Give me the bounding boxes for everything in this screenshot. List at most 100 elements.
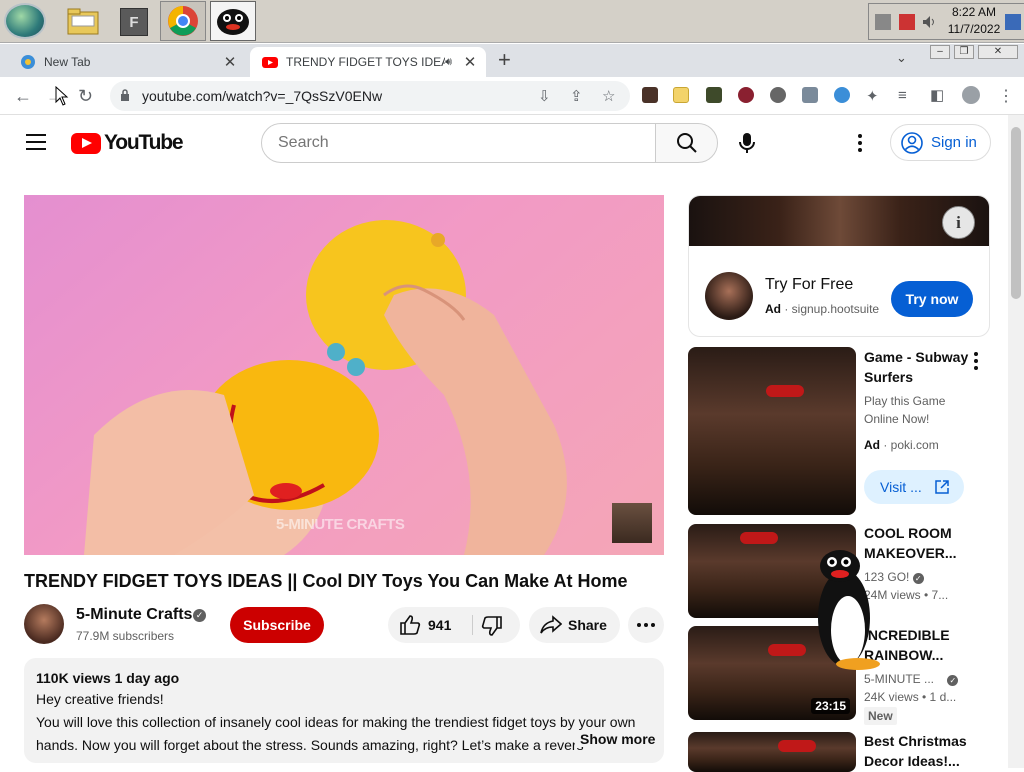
extension-2-icon[interactable] xyxy=(673,87,689,103)
search-input[interactable] xyxy=(278,134,638,152)
lock-icon[interactable] xyxy=(120,89,130,101)
visit-site-button[interactable]: Visit ... xyxy=(864,470,964,504)
minimize-button[interactable]: – xyxy=(930,45,950,59)
ad-title[interactable]: Try For Free xyxy=(765,276,853,294)
advertiser-avatar[interactable] xyxy=(705,272,753,320)
video-duration: 23:15 xyxy=(811,698,850,714)
file-explorer-icon[interactable] xyxy=(64,2,102,40)
profile-avatar-icon[interactable] xyxy=(962,86,980,104)
mouse-cursor-icon xyxy=(55,86,69,106)
visit-label: Visit ... xyxy=(880,479,922,495)
address-bar[interactable]: youtube.com/watch?v=_7QsSzV0ENw ⇩ ⇪ ☆ xyxy=(110,81,630,111)
share-button[interactable]: Share xyxy=(529,607,620,643)
extension-5-icon[interactable] xyxy=(770,87,786,103)
media-control-icon[interactable]: ≡ xyxy=(898,87,907,104)
chrome-menu-icon[interactable]: ⋮ xyxy=(998,86,1014,106)
ad-card[interactable]: i Try For Free Ad · signup.hootsuite Try… xyxy=(688,195,990,337)
title-line: Decor Ideas!... xyxy=(864,753,960,769)
more-horizontal-icon xyxy=(637,623,655,627)
sidebar-title[interactable]: Best Christmas Decor Ideas!... xyxy=(864,731,967,771)
install-app-icon[interactable]: ⇩ xyxy=(538,87,551,105)
close-tab-icon[interactable]: ✕ xyxy=(462,53,478,71)
channel-name[interactable]: 5-Minute Crafts xyxy=(76,606,192,624)
try-now-button[interactable]: Try now xyxy=(891,281,973,317)
bookmark-star-icon[interactable]: ☆ xyxy=(602,87,615,105)
tab-youtube[interactable]: TRENDY FIDGET TOYS IDEAS 🔊︎ ✕ xyxy=(250,47,486,77)
pingu-desktop-pet-icon[interactable] xyxy=(812,548,882,672)
security-alert-icon[interactable] xyxy=(899,14,915,30)
reload-icon[interactable]: ↻ xyxy=(78,86,93,107)
sidebar-more-icon[interactable] xyxy=(974,352,978,373)
page-scrollbar[interactable] xyxy=(1008,115,1024,768)
extensions-puzzle-icon[interactable]: ✦ xyxy=(866,87,879,105)
network-icon[interactable] xyxy=(875,14,891,30)
maximize-button[interactable]: ❐ xyxy=(954,45,974,59)
like-count[interactable]: 941 xyxy=(428,617,451,633)
youtube-logo[interactable]: YouTube xyxy=(71,131,184,155)
subscriber-count: 77.9M subscribers xyxy=(76,629,175,643)
channel-label: 5-MINUTE ... xyxy=(864,672,935,686)
account-icon xyxy=(901,131,923,154)
extension-1-icon[interactable] xyxy=(642,87,658,103)
tab-search-chevron-icon[interactable]: ⌄ xyxy=(896,50,907,66)
video-description[interactable]: 110K views 1 day ago Hey creative friend… xyxy=(24,658,664,763)
sidebar-stats: 24K views • 1 d... xyxy=(864,690,957,704)
like-thumb-up-icon[interactable] xyxy=(399,614,421,636)
audio-playing-icon[interactable]: 🔊︎ xyxy=(445,56,452,69)
sub-line: Play this Game xyxy=(864,394,946,408)
pingu-taskbar-icon[interactable] xyxy=(210,1,256,41)
search-button[interactable] xyxy=(655,123,718,163)
video-player[interactable] xyxy=(24,195,664,555)
taskbar: F 8:22 AM 11/7/2022 xyxy=(0,0,1024,43)
url-text[interactable]: youtube.com/watch?v=_7QsSzV0ENw xyxy=(142,88,382,104)
channel-avatar[interactable] xyxy=(24,604,64,644)
extension-3-icon[interactable] xyxy=(706,87,722,103)
chrome-taskbar-icon[interactable] xyxy=(160,1,206,41)
subscribe-button[interactable]: Subscribe xyxy=(230,607,324,643)
sidebar-thumbnail[interactable] xyxy=(688,347,856,515)
sidebar-thumbnail[interactable] xyxy=(688,732,856,772)
app-f-icon[interactable]: F xyxy=(120,8,148,36)
extension-6-icon[interactable] xyxy=(802,87,818,103)
show-desktop-icon[interactable] xyxy=(1005,14,1021,30)
back-arrow-icon[interactable]: ← xyxy=(14,86,32,107)
dislike-thumb-down-icon[interactable] xyxy=(481,615,503,637)
share-page-icon[interactable]: ⇪ xyxy=(570,87,583,105)
verified-check-icon: ✓ xyxy=(912,573,924,584)
settings-kebab-icon[interactable] xyxy=(858,134,864,152)
new-tab-button[interactable]: + xyxy=(498,47,511,73)
view-count-date: 110K views 1 day ago xyxy=(36,670,180,686)
sidebar-channel[interactable]: 5-MINUTE ... ✓ xyxy=(864,670,959,688)
side-panel-icon[interactable]: ◧ xyxy=(930,86,944,104)
clock-date[interactable]: 11/7/2022 xyxy=(946,22,1002,36)
close-window-button[interactable]: ✕ xyxy=(978,45,1018,59)
youtube-favicon-icon xyxy=(262,57,278,68)
share-label: Share xyxy=(568,617,607,633)
close-tab-icon[interactable]: ✕ xyxy=(222,53,238,71)
sign-in-button[interactable]: Sign in xyxy=(890,124,991,161)
new-tab-favicon-icon xyxy=(21,55,35,69)
description-line: Hey creative friends! xyxy=(36,691,164,707)
search-box[interactable] xyxy=(261,123,656,163)
tab-new-tab[interactable]: New Tab ✕ xyxy=(8,47,246,77)
end-screen-thumbnail[interactable] xyxy=(612,503,652,543)
start-button[interactable] xyxy=(4,3,46,39)
volume-icon[interactable] xyxy=(921,14,937,30)
channel-watermark: 5-MINUTE CRAFTS xyxy=(276,516,405,533)
show-more-button[interactable]: Show more xyxy=(575,731,656,747)
scrollbar-thumb[interactable] xyxy=(1011,127,1021,299)
extension-7-icon[interactable] xyxy=(834,87,850,103)
external-link-icon xyxy=(935,480,949,494)
description-line: hands. Now you will forget about the str… xyxy=(36,737,584,753)
sidebar-title[interactable]: Game - Subway Surfers xyxy=(864,347,968,387)
browser-toolbar: ← → ↻ youtube.com/watch?v=_7QsSzV0ENw ⇩ … xyxy=(0,77,1024,115)
hamburger-menu-icon[interactable] xyxy=(26,134,46,150)
ad-source: Ad · signup.hootsuite xyxy=(765,302,880,316)
clock-time[interactable]: 8:22 AM xyxy=(946,5,1002,19)
more-actions-button[interactable] xyxy=(628,607,664,643)
sign-in-label: Sign in xyxy=(931,134,977,151)
microphone-icon[interactable] xyxy=(736,131,758,155)
share-arrow-icon xyxy=(540,615,562,634)
extension-4-icon[interactable] xyxy=(738,87,754,103)
ad-info-icon[interactable]: i xyxy=(942,206,975,239)
